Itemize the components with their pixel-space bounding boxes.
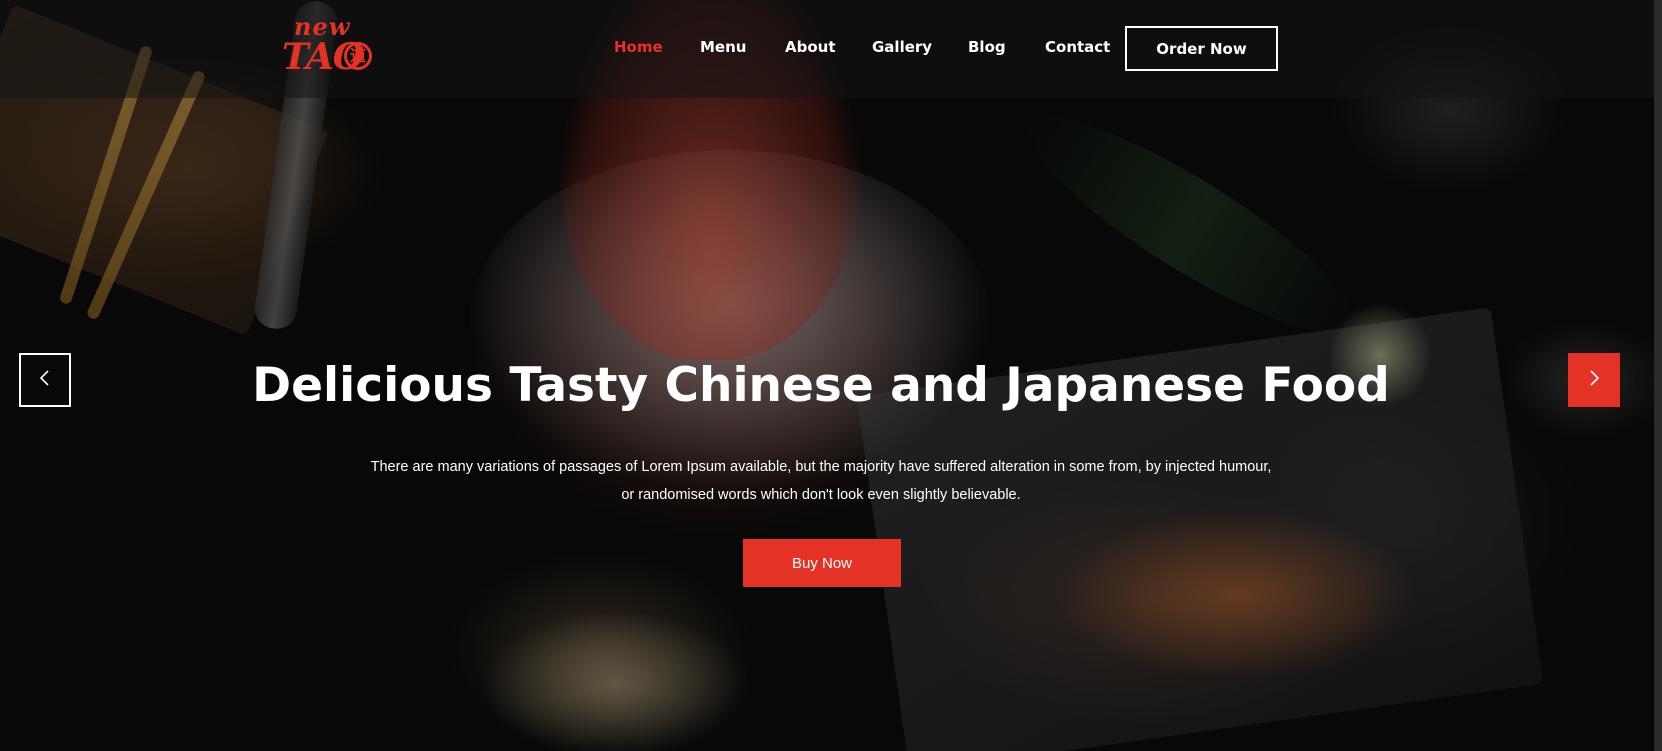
carousel-prev-button[interactable] <box>19 353 71 407</box>
nav-item-menu[interactable]: Menu <box>700 38 746 56</box>
hero-description-line: or randomised words which don't look eve… <box>621 487 1021 503</box>
buy-now-button[interactable]: Buy Now <box>743 539 901 587</box>
site-header: new TAO 道 Home Menu About Gallery Blog C… <box>0 0 1654 98</box>
hero-description-line: There are many variations of passages of… <box>370 459 1272 475</box>
nav-item-home[interactable]: Home <box>614 38 663 56</box>
hero-section: new TAO 道 Home Menu About Gallery Blog C… <box>0 0 1662 751</box>
nav-item-about[interactable]: About <box>785 38 836 56</box>
main-nav: Home Menu About Gallery Blog Contact Ord… <box>0 0 1654 98</box>
nav-item-blog[interactable]: Blog <box>968 38 1006 56</box>
hero-description: There are many variations of passages of… <box>360 453 1282 509</box>
chevron-left-icon <box>38 370 52 390</box>
chevron-right-icon <box>1587 370 1601 390</box>
nav-item-gallery[interactable]: Gallery <box>872 38 932 56</box>
carousel-next-button[interactable] <box>1568 353 1620 407</box>
nav-item-contact[interactable]: Contact <box>1045 38 1110 56</box>
order-now-button[interactable]: Order Now <box>1125 26 1278 71</box>
hero-headline: Delicious Tasty Chinese and Japanese Foo… <box>252 358 1390 413</box>
scrollbar-track[interactable] <box>1654 0 1662 751</box>
